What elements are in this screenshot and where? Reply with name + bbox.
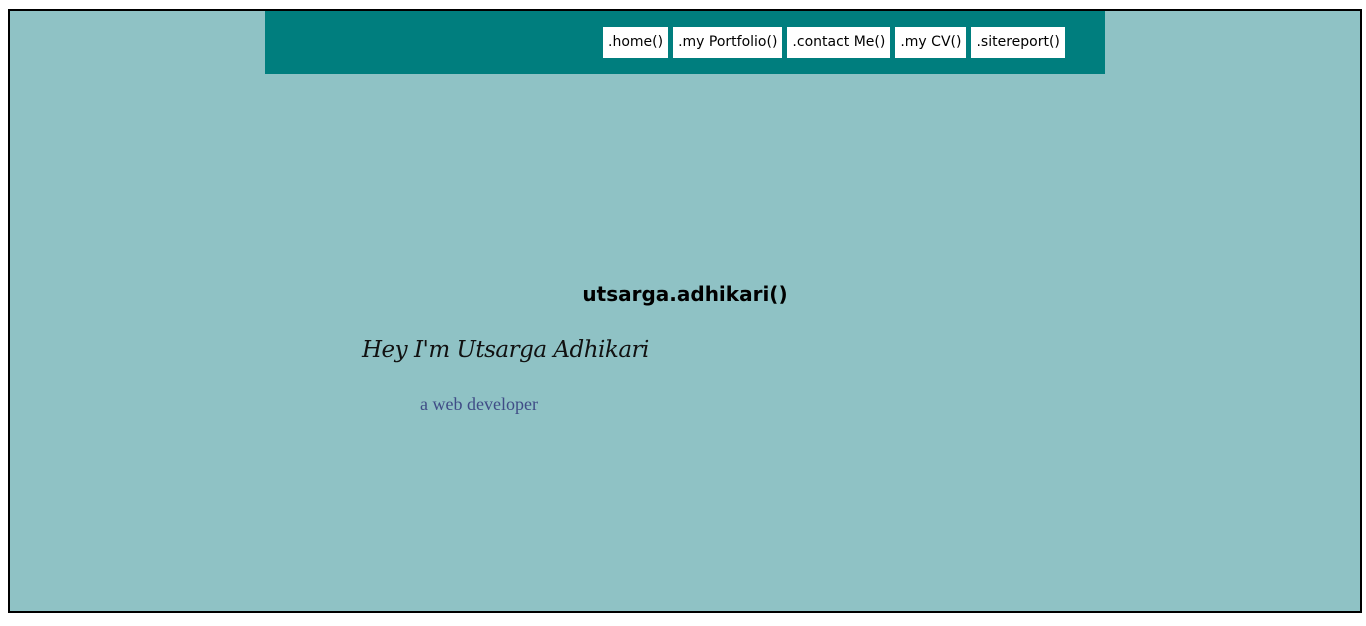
nav-item-portfolio[interactable]: .my Portfolio() (673, 27, 783, 58)
nav-item-sitereport[interactable]: .sitereport() (971, 27, 1065, 58)
nav-item-cv[interactable]: .my CV() (895, 27, 967, 58)
site-title: utsarga.adhikari() (582, 282, 788, 306)
role-text: a web developer (420, 394, 538, 414)
navbar: .home() .my Portfolio() .contact Me() .m… (265, 11, 1105, 74)
nav-menu: .home() .my Portfolio() .contact Me() .m… (603, 27, 1065, 58)
greeting-text: Hey I'm Utsarga Adhikari (362, 337, 649, 363)
nav-item-contact[interactable]: .contact Me() (787, 27, 891, 58)
page-frame: .home() .my Portfolio() .contact Me() .m… (8, 9, 1362, 613)
nav-item-home[interactable]: .home() (603, 27, 669, 58)
